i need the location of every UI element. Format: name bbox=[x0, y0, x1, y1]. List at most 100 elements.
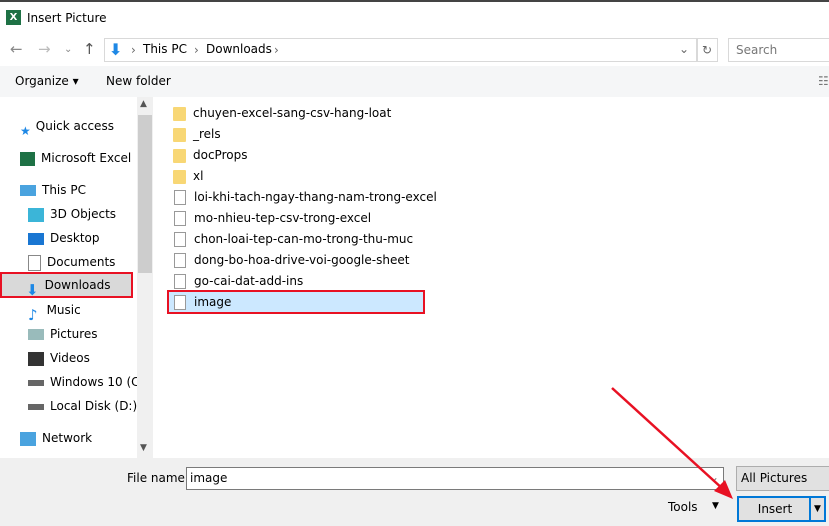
file-item[interactable]: image bbox=[167, 290, 425, 314]
folder-item[interactable]: xl bbox=[173, 166, 423, 186]
file-item[interactable]: dong-bo-hoa-drive-voi-google-sheet bbox=[173, 250, 423, 270]
file-name: dong-bo-hoa-drive-voi-google-sheet bbox=[194, 253, 410, 267]
videos-icon bbox=[28, 351, 44, 366]
sidebar-item-desktop[interactable]: Desktop bbox=[28, 227, 100, 249]
bottom-panel: File name: image ⌄ All Pictures Tools ▼ … bbox=[0, 458, 829, 526]
sidebar-item-this-pc[interactable]: This PC bbox=[20, 179, 86, 201]
sidebar-item-label: Videos bbox=[50, 351, 90, 365]
navigation-pane: ★ Quick access Microsoft Excel This PC 3D… bbox=[0, 97, 148, 458]
sidebar-item-local-disk-d[interactable]: Local Disk (D:) bbox=[28, 395, 137, 417]
file-icon bbox=[174, 211, 186, 226]
address-dropdown-icon[interactable]: ⌄ bbox=[679, 42, 689, 56]
file-icon bbox=[174, 274, 186, 289]
sidebar-item-label: Pictures bbox=[50, 327, 98, 341]
insert-button[interactable]: Insert bbox=[737, 496, 813, 522]
folder-icon bbox=[173, 169, 186, 184]
drive-icon bbox=[28, 403, 44, 410]
sidebar-item-label: Windows 10 (C:) bbox=[50, 375, 149, 389]
sidebar-item-videos[interactable]: Videos bbox=[28, 347, 90, 369]
search-input[interactable]: Search Downloads bbox=[728, 38, 829, 79]
sidebar-item-label: Music bbox=[46, 303, 81, 317]
separator: › bbox=[194, 43, 199, 57]
organize-button[interactable]: Organize ▾ bbox=[15, 74, 79, 88]
sidebar-item-label: Documents bbox=[47, 255, 116, 269]
file-name: xl bbox=[193, 169, 204, 183]
sidebar-item-label: Quick access bbox=[35, 119, 114, 133]
file-name-label: File name: bbox=[127, 471, 189, 485]
sidebar-item-network[interactable]: Network bbox=[20, 427, 92, 449]
excel-icon bbox=[20, 151, 35, 166]
file-icon bbox=[174, 295, 186, 310]
desktop-icon bbox=[28, 232, 44, 245]
forward-icon[interactable]: → bbox=[38, 40, 51, 58]
window-title: Insert Picture bbox=[27, 11, 107, 25]
file-name: _rels bbox=[193, 127, 221, 141]
sidebar-item-3d-objects[interactable]: 3D Objects bbox=[28, 203, 116, 225]
sidebar-item-pictures[interactable]: Pictures bbox=[28, 323, 98, 345]
file-name: go-cai-dat-add-ins bbox=[194, 274, 304, 288]
file-name: image bbox=[194, 295, 232, 309]
computer-icon bbox=[20, 185, 36, 196]
file-name: loi-khi-tach-ngay-thang-nam-trong-excel bbox=[194, 190, 437, 204]
scroll-down-icon[interactable]: ▼ bbox=[140, 443, 147, 453]
file-icon bbox=[174, 190, 186, 205]
sidebar-item-label: Desktop bbox=[50, 231, 100, 245]
download-icon: ⬇ bbox=[26, 280, 39, 299]
star-icon: ★ bbox=[20, 123, 31, 138]
cube-icon bbox=[28, 207, 44, 222]
sidebar-item-windows-c[interactable]: Windows 10 (C:) bbox=[28, 371, 148, 393]
scroll-up-icon[interactable]: ▲ bbox=[140, 99, 147, 109]
file-item[interactable]: mo-nhieu-tep-csv-trong-excel bbox=[173, 208, 423, 228]
file-item[interactable]: loi-khi-tach-ngay-thang-nam-trong-excel bbox=[173, 187, 437, 207]
download-icon: ⬇ bbox=[109, 40, 123, 59]
excel-icon: X bbox=[6, 10, 21, 25]
sidebar-item-label: This PC bbox=[42, 183, 86, 197]
separator: › bbox=[274, 43, 279, 57]
file-name: chuyen-excel-sang-csv-hang-loat bbox=[193, 106, 392, 120]
sidebar-item-documents[interactable]: Documents bbox=[28, 251, 115, 273]
breadcrumb-this-pc[interactable]: This PC bbox=[143, 42, 187, 56]
recent-chevron-icon[interactable]: ⌄ bbox=[64, 44, 72, 55]
scrollbar-thumb[interactable] bbox=[138, 115, 152, 273]
drive-icon bbox=[28, 379, 44, 386]
folder-item[interactable]: _rels bbox=[173, 124, 423, 144]
sidebar-item-downloads[interactable]: ⬇ Downloads bbox=[0, 272, 133, 299]
sidebar-item-label: Local Disk (D:) bbox=[50, 399, 138, 413]
sidebar-scrollbar[interactable]: ▲ ▼ bbox=[137, 97, 153, 458]
file-name-input[interactable]: image ⌄ bbox=[186, 467, 724, 490]
file-icon bbox=[174, 232, 186, 247]
breadcrumb-downloads[interactable]: Downloads bbox=[206, 42, 272, 56]
pictures-icon bbox=[28, 329, 44, 340]
refresh-button[interactable]: ↻ bbox=[696, 38, 718, 62]
file-item[interactable]: go-cai-dat-add-ins bbox=[173, 271, 423, 291]
address-bar[interactable]: ⬇ › This PC › Downloads › ⌄ bbox=[104, 38, 698, 62]
tools-dropdown-icon[interactable]: ▼ bbox=[712, 501, 719, 511]
up-icon[interactable]: ↑ bbox=[83, 40, 96, 58]
sidebar-item-label: 3D Objects bbox=[50, 207, 117, 221]
file-name: chon-loai-tep-can-mo-trong-thu-muc bbox=[194, 232, 414, 246]
documents-icon bbox=[28, 254, 41, 271]
toolbar: Organize ▾ New folder ☷ bbox=[0, 66, 829, 97]
folder-icon bbox=[173, 127, 186, 142]
file-icon bbox=[174, 253, 186, 268]
folder-item[interactable]: chuyen-excel-sang-csv-hang-loat bbox=[173, 103, 423, 123]
file-item[interactable]: chon-loai-tep-can-mo-trong-thu-muc bbox=[173, 229, 423, 249]
folder-icon bbox=[173, 148, 186, 163]
folder-icon bbox=[173, 106, 186, 121]
folder-item[interactable]: docProps bbox=[173, 145, 423, 165]
sidebar-item-quick-access[interactable]: ★ Quick access bbox=[20, 115, 114, 138]
sidebar-item-label: Network bbox=[42, 431, 93, 445]
network-icon bbox=[20, 431, 36, 446]
sidebar-item-microsoft-excel[interactable]: Microsoft Excel bbox=[20, 147, 131, 169]
file-name: mo-nhieu-tep-csv-trong-excel bbox=[194, 211, 372, 225]
back-icon[interactable]: ← bbox=[10, 40, 23, 58]
tools-button[interactable]: Tools bbox=[668, 500, 698, 514]
file-type-select[interactable]: All Pictures bbox=[736, 466, 829, 491]
sidebar-item-label: Microsoft Excel bbox=[41, 151, 132, 165]
separator: › bbox=[131, 43, 136, 57]
chevron-down-icon[interactable]: ⌄ bbox=[709, 470, 719, 484]
insert-dropdown-icon[interactable]: ▼ bbox=[809, 496, 826, 522]
view-options-icon[interactable]: ☷ bbox=[818, 74, 829, 88]
sidebar-item-music[interactable]: ♪ Music bbox=[28, 299, 81, 324]
new-folder-button[interactable]: New folder bbox=[106, 74, 171, 88]
